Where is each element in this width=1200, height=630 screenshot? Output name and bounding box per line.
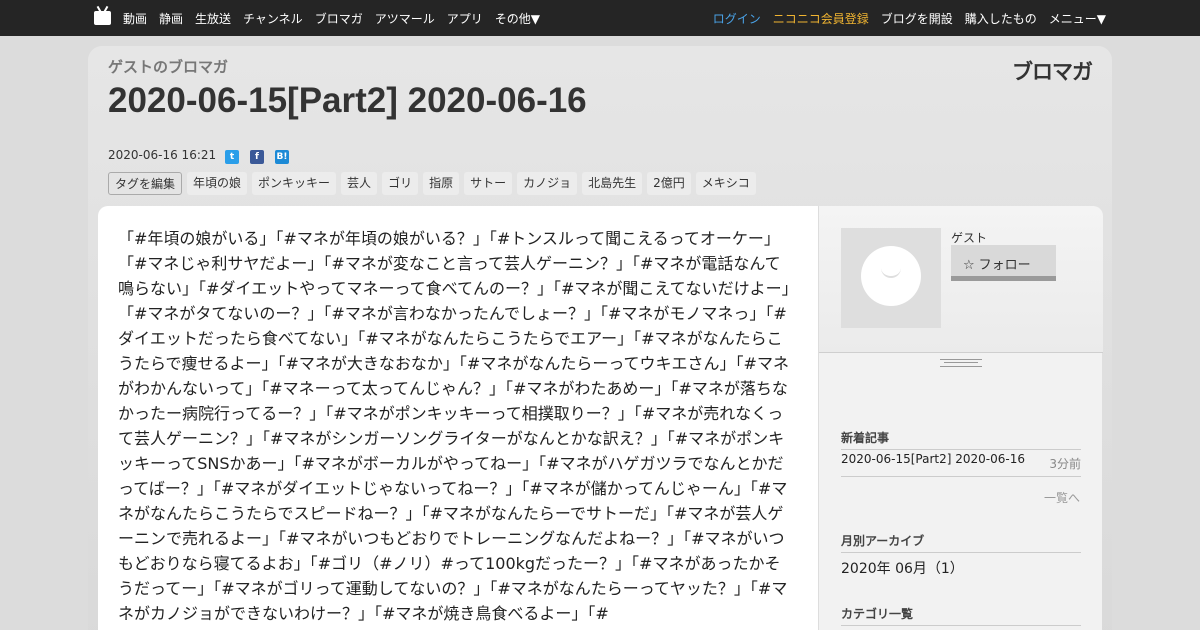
- tag-item[interactable]: ポンキッキー: [252, 172, 337, 195]
- nav-item-live[interactable]: 生放送: [195, 10, 231, 27]
- nav-item-blomaga[interactable]: ブロマガ: [315, 10, 363, 27]
- tag-item[interactable]: ゴリ: [382, 172, 419, 195]
- tag-item[interactable]: カノジョ: [517, 172, 578, 195]
- tag-list: タグを編集 年頃の娘 ポンキッキー 芸人 ゴリ 指原 サトー カノジョ 北島先生…: [108, 172, 761, 195]
- nav-item-app[interactable]: アプリ: [447, 10, 483, 27]
- nav-item-other-dropdown[interactable]: その他▼: [495, 10, 540, 27]
- view-all-link[interactable]: 一覧へ: [1044, 489, 1080, 506]
- follow-button[interactable]: ☆ フォロー: [951, 245, 1056, 281]
- top-navbar: 動画 静画 生放送 チャンネル ブロマガ アツマール アプリ その他▼ ログイン…: [0, 0, 1200, 36]
- share-buttons: t f B!: [225, 150, 300, 164]
- open-blog-link[interactable]: ブログを開設: [881, 10, 953, 27]
- niconico-tv-icon[interactable]: [94, 11, 111, 25]
- nav-item-seiga[interactable]: 静画: [159, 10, 183, 27]
- tag-item[interactable]: サトー: [464, 172, 513, 195]
- purchased-link[interactable]: 購入したもの: [965, 10, 1037, 27]
- article-content: 「#年頃の娘がいる」「#マネが年頃の娘がいる？」「#トンスルって聞こえるってオー…: [98, 206, 818, 630]
- tag-item[interactable]: 芸人: [341, 172, 378, 195]
- sidebar: ゲスト ☆ フォロー 新着記事 2020-06-15[Part2] 2020-06…: [818, 206, 1103, 630]
- avatar-smile: [881, 268, 901, 278]
- recent-article-time: 3分前: [1049, 457, 1081, 471]
- nav-left: 動画 静画 生放送 チャンネル ブロマガ アツマール アプリ その他▼: [94, 0, 552, 36]
- article-body: 「#年頃の娘がいる」「#マネが年頃の娘がいる？」「#トンスルって聞こえるってオー…: [118, 229, 790, 623]
- profile-box: ゲスト ☆ フォロー: [819, 206, 1103, 353]
- edit-tags-button[interactable]: タグを編集: [108, 172, 183, 195]
- nav-item-video[interactable]: 動画: [123, 10, 147, 27]
- nav-right: ログイン ニコニコ会員登録 ブログを開設 購入したもの メニュー▼: [701, 0, 1106, 36]
- login-link[interactable]: ログイン: [713, 10, 761, 27]
- star-icon: ☆: [963, 258, 975, 273]
- nav-item-channel[interactable]: チャンネル: [243, 10, 303, 27]
- post-date: 2020-06-16 16:21: [108, 148, 217, 162]
- facebook-share-icon[interactable]: f: [250, 150, 264, 164]
- nav-item-atsumaru[interactable]: アツマール: [375, 10, 435, 27]
- register-link[interactable]: ニコニコ会員登録: [773, 10, 869, 27]
- recent-article-item[interactable]: 2020-06-15[Part2] 2020-06-16 3分前: [841, 452, 1081, 477]
- follow-label: フォロー: [978, 258, 1031, 273]
- tag-item[interactable]: 年頃の娘: [187, 172, 248, 195]
- tag-item[interactable]: メキシコ: [695, 172, 756, 195]
- avatar-face-icon: [861, 246, 921, 306]
- hatena-bookmark-icon[interactable]: B!: [275, 150, 289, 164]
- avatar[interactable]: [841, 228, 941, 328]
- post-title: 2020-06-15[Part2] 2020-06-16: [108, 81, 587, 120]
- menu-dropdown[interactable]: メニュー▼: [1049, 10, 1106, 27]
- tag-item[interactable]: 指原: [423, 172, 460, 195]
- blog-owner-title[interactable]: ゲストのブロマガ: [108, 56, 228, 77]
- recent-article-title[interactable]: 2020-06-15[Part2] 2020-06-16: [841, 452, 1025, 466]
- twitter-share-icon[interactable]: t: [225, 150, 239, 164]
- recent-articles-title: 新着記事: [841, 429, 1081, 450]
- blomaga-logo[interactable]: ブロマガ: [1012, 56, 1093, 86]
- resize-handle-icon[interactable]: [940, 359, 982, 367]
- profile-name[interactable]: ゲスト: [951, 229, 987, 246]
- tag-item[interactable]: 2億円: [647, 172, 691, 195]
- archive-month-link[interactable]: 2020年 06月（1）: [841, 558, 964, 578]
- archive-title: 月別アーカイブ: [841, 532, 1081, 553]
- category-list-title: カテゴリ一覧: [841, 605, 1081, 626]
- tag-item[interactable]: 北島先生: [582, 172, 643, 195]
